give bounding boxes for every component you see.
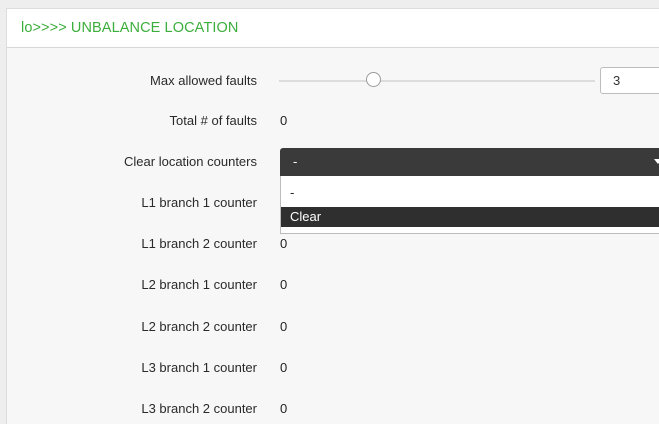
l1-branch-2-counter-value: 0 — [280, 236, 288, 251]
l2-branch-2-counter-value: 0 — [280, 319, 288, 334]
total-faults-label: Total # of faults — [169, 113, 257, 128]
l3-branch-2-counter-value: 0 — [280, 401, 288, 416]
max-allowed-faults-label: Max allowed faults — [150, 73, 257, 88]
l2-branch-2-counter-label: L2 branch 2 counter — [141, 319, 257, 334]
l1-branch-1-counter-label: L1 branch 1 counter — [141, 195, 257, 210]
l2-branch-1-counter-label: L2 branch 1 counter — [141, 277, 257, 292]
chevron-down-icon[interactable] — [654, 159, 659, 164]
select-value: - — [293, 154, 298, 169]
l3-branch-2-counter-label: L3 branch 2 counter — [141, 401, 257, 416]
l3-branch-1-counter-value: 0 — [280, 360, 288, 375]
dropdown-option-clear[interactable]: Clear — [281, 207, 659, 227]
slider-thumb[interactable] — [366, 72, 382, 87]
dropdown-option-none[interactable]: - — [281, 183, 659, 203]
l3-branch-1-counter-label: L3 branch 1 counter — [141, 360, 257, 375]
clear-location-counters-dropdown: - Clear — [280, 176, 659, 234]
clear-location-counters-label: Clear location counters — [124, 154, 257, 169]
l2-branch-1-counter-value: 0 — [280, 277, 288, 292]
total-faults-value: 0 — [280, 113, 288, 128]
clear-location-counters-select[interactable]: - — [280, 148, 659, 176]
panel-title: lo>>>> UNBALANCE LOCATION — [21, 20, 239, 36]
max-allowed-faults-input[interactable]: 3 — [600, 67, 659, 94]
unbalance-location-panel: lo>>>> UNBALANCE LOCATION Max allowed fa… — [6, 8, 659, 424]
panel-header: lo>>>> UNBALANCE LOCATION — [7, 9, 659, 48]
l1-branch-2-counter-label: L1 branch 2 counter — [141, 236, 257, 251]
max-allowed-faults-slider[interactable] — [279, 80, 595, 82]
